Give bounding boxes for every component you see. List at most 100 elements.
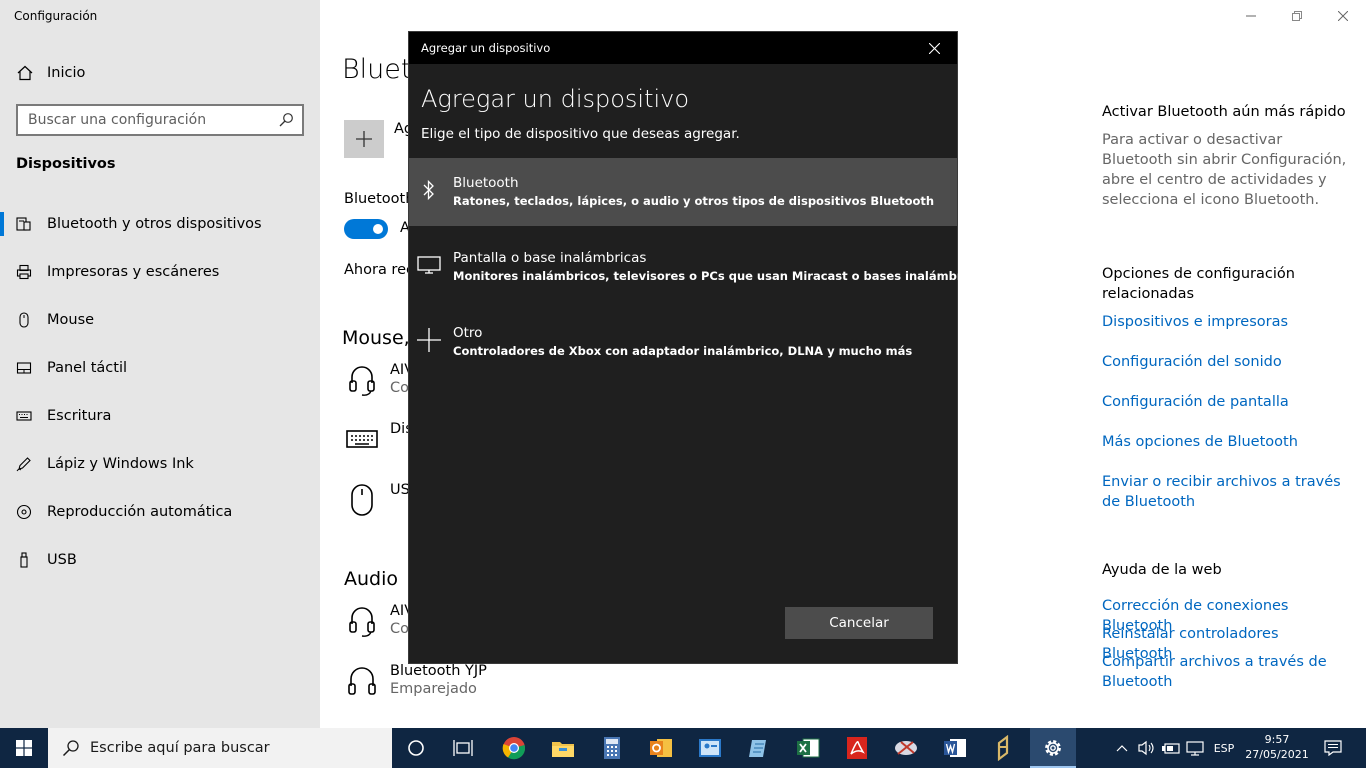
sidebar-item-label: Bluetooth y otros dispositivos <box>47 216 262 232</box>
touchpad-icon <box>16 360 32 376</box>
autocad-icon[interactable] <box>981 728 1027 768</box>
settings-search-input[interactable]: Buscar una configuración <box>16 104 304 136</box>
sidebar-item-pen[interactable]: Lápiz y Windows Ink <box>0 440 320 488</box>
outlook-icon[interactable] <box>638 728 684 768</box>
close-button[interactable] <box>1320 0 1366 32</box>
chrome-icon[interactable] <box>491 728 537 768</box>
sidebar-item-label: Reproducción automática <box>47 504 233 520</box>
help-heading: Ayuda de la web <box>1102 562 1222 578</box>
discoverable-text: Ahora rec <box>344 262 414 278</box>
mouse-icon <box>16 312 32 328</box>
mouse-section-heading: Mouse, <box>342 327 410 349</box>
dialog-subtitle: Elige el tipo de dispositivo que deseas … <box>421 126 740 142</box>
notes-icon[interactable] <box>736 728 782 768</box>
sidebar-item-typing[interactable]: Escritura <box>0 392 320 440</box>
dialog-titlebar: Agregar un dispositivo <box>409 32 957 64</box>
windows-icon <box>16 740 32 756</box>
add-device-dialog: Agregar un dispositivo Agregar un dispos… <box>408 31 988 664</box>
calculator-icon[interactable] <box>589 728 635 768</box>
link-more-bluetooth[interactable]: Más opciones de Bluetooth <box>1102 432 1352 452</box>
home-icon <box>16 64 34 82</box>
bluetooth-toggle[interactable] <box>344 219 388 239</box>
add-icon <box>356 131 372 147</box>
file-explorer-icon[interactable] <box>540 728 586 768</box>
settings-icon[interactable] <box>1030 728 1076 768</box>
keyboard-icon <box>16 408 32 424</box>
option-wireless-display[interactable]: Pantalla o base inalámbricas Monitores i… <box>409 233 988 301</box>
link-display-settings[interactable]: Configuración de pantalla <box>1102 392 1352 412</box>
sidebar-item-bluetooth[interactable]: Bluetooth y otros dispositivos <box>0 200 320 248</box>
battery-icon[interactable] <box>1160 728 1182 768</box>
link-sound-settings[interactable]: Configuración del sonido <box>1102 352 1352 372</box>
dialog-close-button[interactable] <box>911 32 957 64</box>
cancel-button[interactable]: Cancelar <box>785 607 933 639</box>
sidebar-item-touchpad[interactable]: Panel táctil <box>0 344 320 392</box>
sidebar-item-label: Escritura <box>47 408 112 424</box>
sidebar-item-label: Mouse <box>47 312 95 328</box>
pen-icon <box>16 456 32 472</box>
sidebar-item-autoplay[interactable]: Reproducción automática <box>0 488 320 536</box>
device-item[interactable]: Bluetooth YJP Emparejado <box>344 663 487 699</box>
clock[interactable]: 9:57 27/05/2021 <box>1244 732 1310 762</box>
dialog-window-title: Agregar un dispositivo <box>421 41 551 55</box>
close-icon <box>928 42 940 54</box>
start-button[interactable] <box>0 728 48 768</box>
minimize-button[interactable] <box>1228 0 1274 32</box>
sidebar-item-label: USB <box>47 552 77 568</box>
sidebar-item-label: Panel táctil <box>47 360 128 376</box>
related-heading: Opciones de configuración relacionadas <box>1102 266 1295 302</box>
home-link[interactable]: Inicio <box>16 60 85 86</box>
link-devices-printers[interactable]: Dispositivos e impresoras <box>1102 312 1352 332</box>
network-icon[interactable] <box>1184 728 1206 768</box>
device-item[interactable]: AIV Co <box>344 362 414 398</box>
device-status: Emparejado <box>390 681 477 697</box>
device-name: Bluetooth YJP <box>390 663 487 679</box>
device-item[interactable]: Dis <box>344 421 413 457</box>
option-other[interactable]: Otro Controladores de Xbox con adaptador… <box>409 308 957 376</box>
device-item[interactable]: AIV Co <box>344 603 414 639</box>
mouse-icon <box>344 482 380 518</box>
bluetooth-label: Bluetooth <box>344 191 415 207</box>
usb-icon <box>16 552 32 568</box>
home-label: Inicio <box>47 65 86 81</box>
sidebar-item-printers[interactable]: Impresoras y escáneres <box>0 248 320 296</box>
link-send-receive-files[interactable]: Enviar o recibir archivos a través de Bl… <box>1102 472 1352 512</box>
language-indicator[interactable]: ESP <box>1208 728 1240 768</box>
taskbar-search-input[interactable]: Escribe aquí para buscar <box>48 728 392 768</box>
action-center-button[interactable] <box>1318 728 1348 768</box>
bluetooth-devices-icon <box>16 216 32 232</box>
page-title: Bluetooth y otros dispositivos <box>342 54 408 85</box>
cortana-icon[interactable] <box>393 728 439 768</box>
maximize-button[interactable] <box>1274 0 1320 32</box>
volume-icon[interactable] <box>1136 728 1156 768</box>
device-item[interactable]: US <box>344 482 410 518</box>
word-icon[interactable] <box>932 728 978 768</box>
show-hidden-icons-button[interactable] <box>1112 728 1132 768</box>
snipping-icon[interactable] <box>883 728 929 768</box>
option-name: Otro <box>453 325 483 341</box>
link-share-files[interactable]: Compartir archivos a través de Bluetooth <box>1102 652 1352 692</box>
acrobat-icon[interactable] <box>834 728 880 768</box>
sidebar: Configuración Inicio Buscar una configur… <box>0 0 320 728</box>
contacts-icon[interactable] <box>687 728 733 768</box>
quick-text: Para activar o desactivar Bluetooth sin … <box>1102 132 1347 208</box>
notification-icon <box>1324 740 1342 756</box>
sidebar-item-mouse[interactable]: Mouse <box>0 296 320 344</box>
app-title: Configuración <box>14 9 98 23</box>
printer-icon <box>16 264 32 280</box>
option-bluetooth[interactable]: Bluetooth Ratones, teclados, lápices, o … <box>409 158 957 226</box>
sidebar-item-usb[interactable]: USB <box>0 536 320 584</box>
sidebar-item-label: Impresoras y escáneres <box>47 264 220 280</box>
monitor-icon <box>417 253 441 277</box>
task-view-icon[interactable] <box>440 728 486 768</box>
clock-date: 27/05/2021 <box>1245 748 1309 761</box>
search-icon[interactable] <box>278 112 294 128</box>
headphones-icon <box>344 663 380 699</box>
excel-icon[interactable] <box>785 728 831 768</box>
taskbar-search-placeholder: Escribe aquí para buscar <box>90 740 270 756</box>
headset-icon <box>344 603 380 639</box>
add-device-button[interactable] <box>344 120 384 158</box>
sidebar-nav: Bluetooth y otros dispositivos Impresora… <box>0 200 320 584</box>
section-devices: Dispositivos <box>16 156 116 172</box>
option-desc: Ratones, teclados, lápices, o audio y ot… <box>453 194 935 208</box>
